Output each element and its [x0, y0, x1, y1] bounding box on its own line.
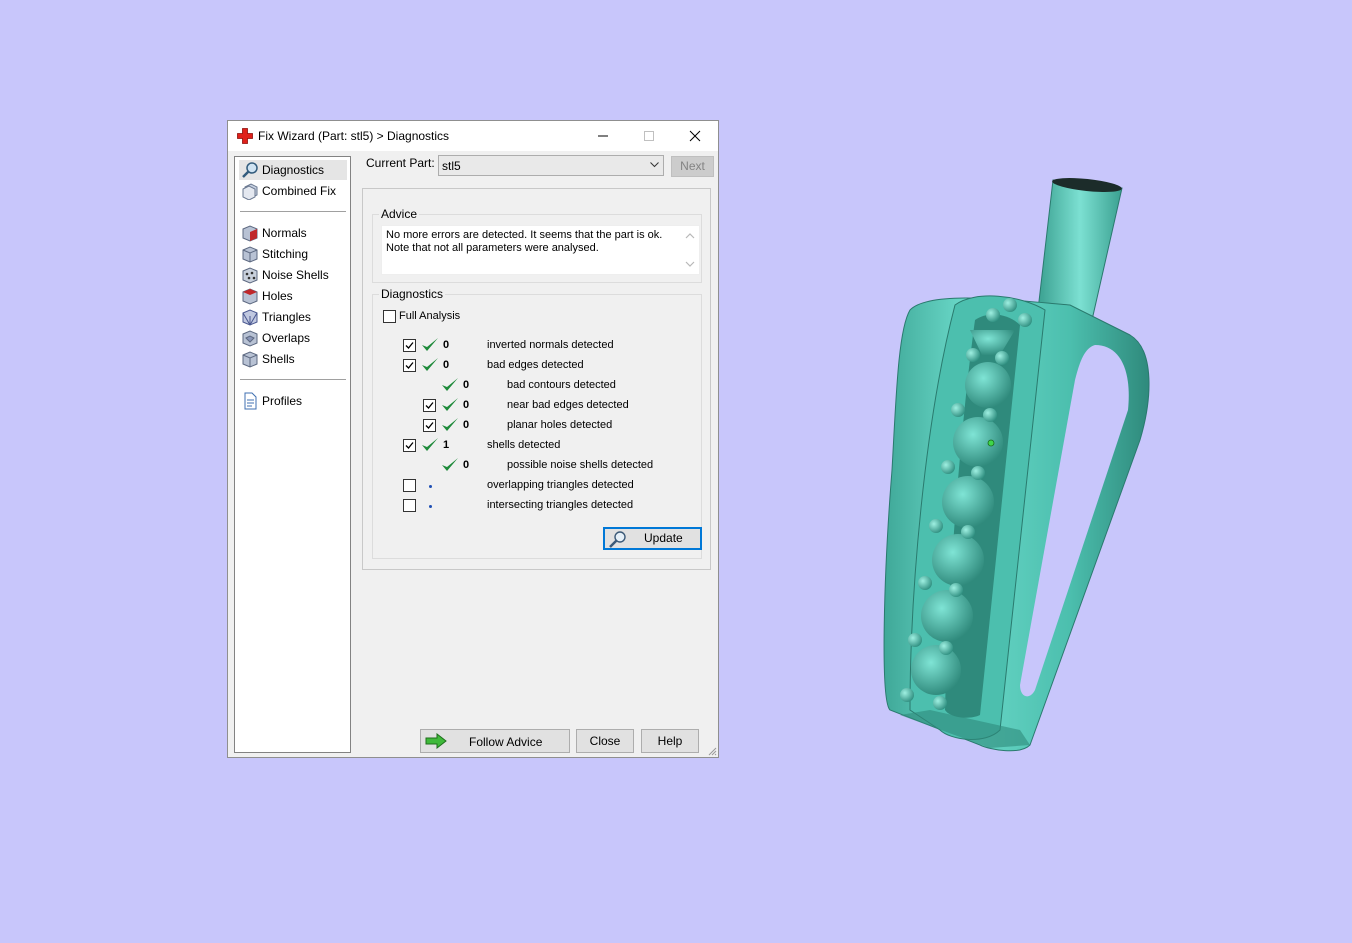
- update-button-label: Update: [644, 531, 683, 545]
- checkmark-icon: [405, 342, 414, 349]
- minimize-button[interactable]: [580, 121, 626, 151]
- sidebar-item-holes[interactable]: Holes: [239, 286, 347, 306]
- resize-grip-icon[interactable]: [707, 746, 717, 756]
- arrow-right-icon: [425, 733, 447, 749]
- maximize-button[interactable]: [626, 121, 672, 151]
- near-bad-edges-label: near bad edges detected: [507, 399, 629, 411]
- bad-edges-label: bad edges detected: [487, 359, 584, 371]
- follow-advice-button[interactable]: Follow Advice: [420, 729, 570, 753]
- diagnostics-group: Diagnostics Full Analysis 0 inverted nor…: [372, 287, 702, 559]
- sidebar-item-diagnostics[interactable]: Diagnostics: [239, 160, 347, 180]
- intersecting-triangles-checkbox[interactable]: [403, 499, 416, 512]
- diagnostics-legend: Diagnostics: [379, 287, 446, 301]
- profiles-icon: [244, 392, 257, 410]
- chevron-down-icon: [650, 162, 659, 168]
- check-ok-icon: [442, 458, 458, 471]
- advice-group: Advice No more errors are detected. It s…: [372, 207, 702, 283]
- planar-holes-checkbox[interactable]: [423, 419, 436, 432]
- bad-edges-checkbox[interactable]: [403, 359, 416, 372]
- bad-contours-count: 0: [463, 379, 470, 391]
- near-bad-edges-count: 0: [463, 399, 470, 411]
- magnifier-icon: [609, 531, 626, 548]
- normals-icon: [242, 225, 258, 242]
- magnifier-icon: [242, 162, 258, 178]
- checkmark-icon: [425, 402, 434, 409]
- sidebar-divider: [240, 211, 346, 212]
- sidebar-item-triangles[interactable]: Triangles: [239, 307, 347, 327]
- inverted-normals-count: 0: [443, 339, 450, 351]
- sidebar-item-shells[interactable]: Shells: [239, 349, 347, 369]
- combined-fix-icon: [242, 183, 258, 200]
- advice-text: No more errors are detected. It seems th…: [386, 229, 663, 254]
- holes-icon: [242, 288, 258, 305]
- current-part-label: Current Part:: [366, 156, 435, 170]
- check-ok-icon: [442, 398, 458, 411]
- shells-label: shells detected: [487, 439, 561, 451]
- not-analysed-dot-icon: [429, 505, 432, 508]
- fix-wizard-dialog: Fix Wizard (Part: stl5) > Diagnostics Di…: [227, 120, 719, 758]
- intersecting-triangles-label: intersecting triangles detected: [487, 499, 634, 511]
- full-analysis-checkbox[interactable]: [383, 310, 396, 323]
- planar-holes-count: 0: [463, 419, 470, 431]
- red-cross-icon: [237, 128, 253, 144]
- advice-textbox[interactable]: No more errors are detected. It seems th…: [381, 225, 700, 275]
- triangles-icon: [242, 309, 258, 326]
- stitching-icon: [242, 246, 258, 263]
- sidebar-divider: [240, 379, 346, 380]
- advice-legend: Advice: [379, 207, 420, 221]
- next-button[interactable]: Next: [671, 156, 714, 177]
- minimize-icon: [598, 135, 608, 137]
- window-title: Fix Wizard (Part: stl5) > Diagnostics: [258, 129, 450, 143]
- close-window-button[interactable]: [672, 121, 718, 151]
- sidebar-item-stitching[interactable]: Stitching: [239, 244, 347, 264]
- 3d-model-viewport[interactable]: [870, 170, 1160, 760]
- not-analysed-dot-icon: [429, 485, 432, 488]
- sidebar-item-normals[interactable]: Normals: [239, 223, 347, 243]
- current-part-select[interactable]: stl5: [438, 155, 664, 176]
- advice-scrollbar[interactable]: [683, 228, 697, 272]
- current-part-value: stl5: [442, 159, 461, 173]
- near-bad-edges-checkbox[interactable]: [423, 399, 436, 412]
- planar-holes-label: planar holes detected: [507, 419, 613, 431]
- sidebar-item-profiles[interactable]: Profiles: [239, 391, 347, 411]
- overlapping-triangles-label: overlapping triangles detected: [487, 479, 634, 491]
- follow-advice-label: Follow Advice: [469, 735, 543, 749]
- bad-contours-label: bad contours detected: [507, 379, 616, 391]
- check-ok-icon: [442, 378, 458, 391]
- inverted-normals-checkbox[interactable]: [403, 339, 416, 352]
- checkmark-icon: [425, 422, 434, 429]
- close-button[interactable]: Close: [576, 729, 634, 753]
- check-ok-icon: [422, 358, 438, 371]
- pendant-bail-model: [883, 178, 1150, 752]
- overlapping-triangles-checkbox[interactable]: [403, 479, 416, 492]
- sidebar-item-combined-fix[interactable]: Combined Fix: [239, 181, 347, 201]
- noise-shells-icon: [242, 267, 258, 284]
- close-icon: [689, 130, 701, 142]
- maximize-icon: [644, 131, 654, 141]
- bad-edges-count: 0: [443, 359, 450, 371]
- sidebar-item-overlaps[interactable]: Overlaps: [239, 328, 347, 348]
- update-button[interactable]: Update: [603, 527, 702, 550]
- overlaps-icon: [242, 330, 258, 347]
- sidebar-item-noise-shells[interactable]: Noise Shells: [239, 265, 347, 285]
- inverted-normals-label: inverted normals detected: [487, 339, 614, 351]
- noise-shells-label: possible noise shells detected: [507, 459, 654, 471]
- checkmark-icon: [405, 442, 414, 449]
- checkmark-icon: [405, 362, 414, 369]
- shells-count: 1: [443, 439, 450, 451]
- wizard-sidebar: Diagnostics Combined Fix Normals Stitchi…: [234, 156, 351, 753]
- check-ok-icon: [422, 338, 438, 351]
- check-ok-icon: [442, 418, 458, 431]
- full-analysis-label: Full Analysis: [399, 310, 461, 322]
- check-ok-icon: [422, 438, 438, 451]
- help-button[interactable]: Help: [641, 729, 699, 753]
- shells-checkbox[interactable]: [403, 439, 416, 452]
- title-bar: Fix Wizard (Part: stl5) > Diagnostics: [228, 121, 718, 151]
- diagnostics-panel: Advice No more errors are detected. It s…: [362, 188, 711, 570]
- noise-shells-count: 0: [463, 459, 470, 471]
- shells-icon: [242, 351, 258, 368]
